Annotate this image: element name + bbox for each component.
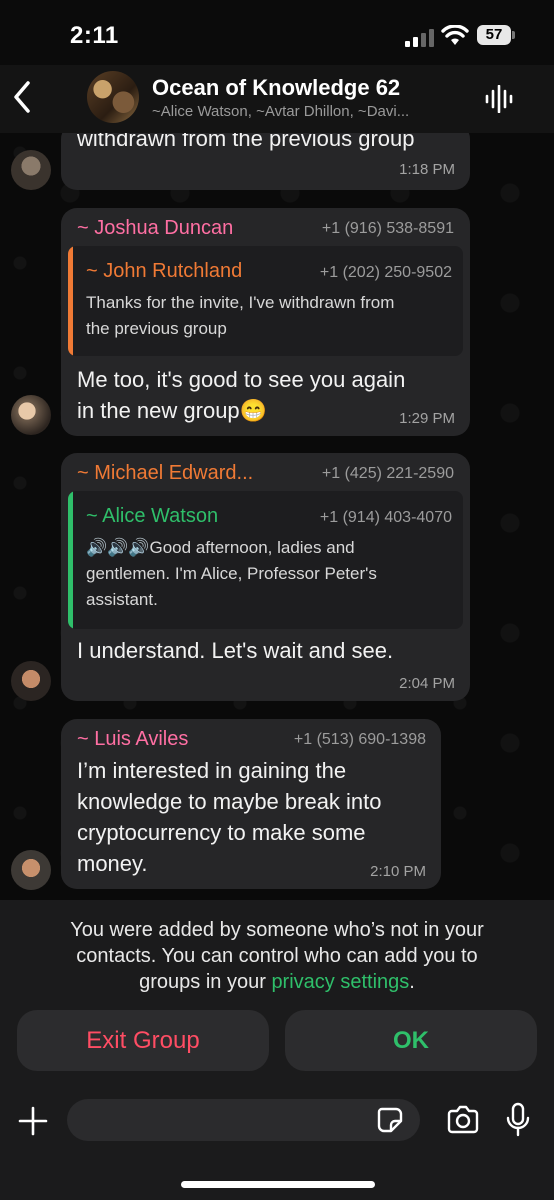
- message-text: money.: [77, 851, 148, 876]
- quoted-text-line: 🔊🔊🔊Good afternoon, ladies and: [86, 538, 355, 557]
- sender-phone: +1 (513) 690-1398: [293, 731, 426, 748]
- chat-area[interactable]: withdrawn from the previous group 1:18 P…: [0, 133, 554, 900]
- quote-bar: [68, 246, 73, 356]
- cellular-signal-icon: [405, 29, 434, 47]
- exit-group-button[interactable]: Exit Group: [17, 1010, 269, 1071]
- privacy-settings-link[interactable]: privacy settings: [271, 971, 409, 993]
- battery-level: 57: [477, 25, 511, 45]
- notice-text: You were added by someone who’s not in y…: [40, 917, 514, 995]
- avatar[interactable]: [11, 850, 51, 890]
- message-text: in the new group😁: [77, 398, 268, 423]
- home-indicator[interactable]: [181, 1181, 375, 1188]
- sender-name[interactable]: ~ Joshua Duncan: [77, 217, 233, 240]
- quote-bar: [68, 491, 73, 629]
- message-bubble[interactable]: ~ Michael Edward... +1 (425) 221-2590 ~ …: [61, 453, 470, 701]
- message-bubble[interactable]: withdrawn from the previous group 1:18 P…: [61, 133, 470, 190]
- microphone-icon[interactable]: [506, 1102, 530, 1138]
- camera-icon[interactable]: [446, 1105, 480, 1135]
- message-time: 1:29 PM: [399, 410, 455, 427]
- quoted-text-line: the previous group: [86, 319, 227, 338]
- added-by-stranger-notice: You were added by someone who’s not in y…: [0, 900, 554, 1085]
- quoted-text-line: gentlemen. I'm Alice, Professor Peter's: [86, 564, 377, 583]
- message-bubble[interactable]: ~ Joshua Duncan +1 (916) 538-8591 ~ John…: [61, 208, 470, 436]
- quoted-message[interactable]: ~ Alice Watson +1 (914) 403-4070 🔊🔊🔊Good…: [68, 491, 463, 629]
- sender-phone: +1 (425) 221-2590: [321, 465, 454, 482]
- battery-icon: 57: [477, 25, 517, 47]
- sticker-icon[interactable]: [376, 1106, 404, 1134]
- quoted-phone: +1 (202) 250-9502: [319, 264, 452, 281]
- message-bubble[interactable]: ~ Luis Aviles +1 (513) 690-1398 I’m inte…: [61, 719, 441, 889]
- sender-name[interactable]: ~ Luis Aviles: [77, 728, 188, 751]
- voice-chat-icon[interactable]: [484, 85, 514, 113]
- sender-phone: +1 (916) 538-8591: [321, 220, 454, 237]
- quoted-phone: +1 (914) 403-4070: [319, 509, 452, 526]
- plus-icon[interactable]: [17, 1105, 49, 1137]
- group-name[interactable]: Ocean of Knowledge 62: [152, 75, 400, 101]
- message-composer: [0, 1085, 554, 1200]
- status-bar: 2:11 57: [0, 0, 554, 70]
- back-chevron-icon[interactable]: [10, 79, 34, 115]
- avatar[interactable]: [11, 395, 51, 435]
- ok-button[interactable]: OK: [285, 1010, 537, 1071]
- message-time: 1:18 PM: [399, 161, 455, 178]
- notice-line: You were added by someone who’s not in y…: [70, 919, 484, 941]
- message-time: 2:04 PM: [399, 675, 455, 692]
- avatar[interactable]: [11, 661, 51, 701]
- quoted-message[interactable]: ~ John Rutchland +1 (202) 250-9502 Thank…: [68, 246, 463, 356]
- chat-header: Ocean of Knowledge 62 ~Alice Watson, ~Av…: [0, 65, 554, 133]
- message-text: withdrawn from the previous group: [77, 133, 415, 151]
- quoted-sender: ~ Alice Watson: [86, 505, 219, 527]
- notice-line: contacts. You can control who can add yo…: [76, 945, 478, 967]
- message-time: 2:10 PM: [370, 863, 426, 880]
- notice-line: groups in your: [139, 971, 272, 993]
- message-input[interactable]: [67, 1099, 420, 1141]
- message-text: I’m interested in gaining the: [77, 758, 347, 783]
- group-avatar[interactable]: [87, 71, 139, 123]
- sender-name[interactable]: ~ Michael Edward...: [77, 462, 253, 485]
- message-text: cryptocurrency to make some: [77, 820, 366, 845]
- message-text: I understand. Let's wait and see.: [77, 638, 394, 663]
- avatar[interactable]: [11, 150, 51, 190]
- notice-line: .: [409, 971, 415, 993]
- message-text: knowledge to maybe break into: [77, 789, 382, 814]
- wifi-icon: [441, 25, 469, 45]
- quoted-text-line: assistant.: [86, 590, 158, 609]
- quoted-sender: ~ John Rutchland: [86, 260, 243, 282]
- quoted-text-line: Thanks for the invite, I've withdrawn fr…: [86, 293, 395, 312]
- message-text: Me too, it's good to see you again: [77, 367, 406, 392]
- group-members[interactable]: ~Alice Watson, ~Avtar Dhillon, ~Davi...: [152, 103, 462, 120]
- status-time: 2:11: [70, 22, 119, 49]
